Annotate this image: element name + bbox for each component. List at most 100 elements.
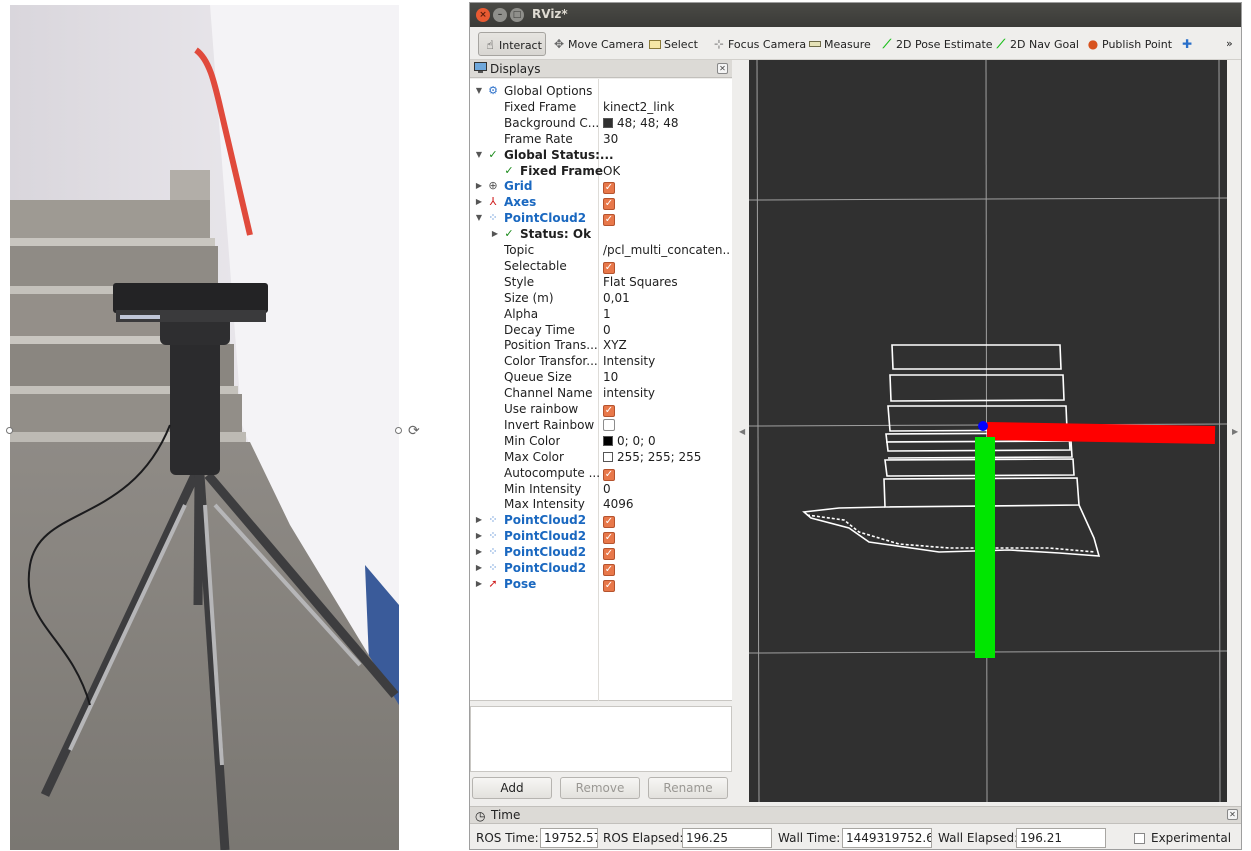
display-row[interactable]: Queue Size 10 — [470, 369, 732, 385]
display-row-value[interactable]: XYZ — [603, 337, 627, 353]
display-row-value[interactable]: ✓ — [603, 560, 615, 576]
display-row-value[interactable]: 48; 48; 48 — [603, 115, 679, 131]
display-row-value[interactable]: ✓ — [603, 401, 615, 417]
select-tool-button[interactable]: Select — [644, 32, 702, 56]
display-row-value[interactable]: 0 — [603, 322, 611, 338]
display-row[interactable]: Color Transfor... Intensity — [470, 353, 732, 369]
display-row-value[interactable]: 0 — [603, 481, 611, 497]
display-row[interactable]: Size (m) 0,01 — [470, 290, 732, 306]
checked-checkbox-icon[interactable]: ✓ — [603, 214, 615, 227]
display-row[interactable]: Channel Name intensity — [470, 385, 732, 401]
collapsed-arrow-icon[interactable]: ▶ — [474, 194, 484, 210]
display-row[interactable]: Max Color 255; 255; 255 — [470, 449, 732, 465]
display-row[interactable]: Decay Time 0 — [470, 322, 732, 338]
display-row-value[interactable]: ✓ — [603, 528, 615, 545]
display-row[interactable]: Autocompute ... ✓ — [470, 465, 732, 481]
display-row[interactable]: Alpha 1 — [470, 306, 732, 322]
interact-tool-button[interactable]: ☝ Interact — [478, 32, 546, 56]
display-row-value[interactable]: 255; 255; 255 — [603, 449, 701, 465]
display-row-value[interactable]: ✓ — [603, 465, 615, 481]
display-row-value[interactable]: 0,01 — [603, 290, 630, 306]
collapsed-arrow-icon[interactable]: ▶ — [490, 226, 500, 242]
add-tool-button[interactable]: ✚ — [1176, 32, 1200, 56]
display-row[interactable]: ▶ ⁘ PointCloud2 ✓ — [470, 528, 732, 545]
checked-checkbox-icon[interactable]: ✓ — [603, 198, 615, 211]
checked-checkbox-icon[interactable]: ✓ — [603, 548, 615, 561]
add-display-button[interactable]: Add — [472, 777, 552, 799]
display-row-value[interactable]: ✓ — [603, 178, 615, 195]
display-row[interactable]: ✓ Fixed Frame OK — [470, 163, 732, 179]
display-row[interactable]: ▶ ⊕ Grid ✓ — [470, 178, 732, 195]
color-swatch[interactable] — [603, 435, 613, 446]
remove-display-button[interactable]: Remove — [560, 777, 640, 799]
render-viewport[interactable] — [749, 60, 1227, 802]
display-row[interactable]: ▶ ➚ Pose ✓ — [470, 576, 732, 592]
collapsed-arrow-icon[interactable]: ▶ — [474, 544, 484, 560]
color-swatch[interactable] — [603, 451, 613, 462]
display-row[interactable]: Fixed Frame kinect2_link — [470, 99, 732, 115]
title-bar[interactable]: × – □ RViz* — [470, 3, 1241, 27]
toolbar-overflow-button[interactable]: » — [1222, 32, 1237, 56]
display-row-value[interactable]: ✓ — [603, 576, 615, 592]
display-row[interactable]: ▼ ⁘ PointCloud2 ✓ — [470, 210, 732, 227]
window-close-button[interactable]: × — [476, 8, 490, 22]
display-row-value[interactable]: ✓ — [603, 258, 615, 274]
pose-estimate-tool-button[interactable]: ⟋ 2D Pose Estimate — [876, 32, 997, 56]
checked-checkbox-icon[interactable]: ✓ — [603, 579, 615, 592]
display-row-value[interactable]: Intensity — [603, 353, 655, 369]
display-row-value[interactable]: 1 — [603, 306, 611, 322]
collapsed-arrow-icon[interactable]: ▶ — [474, 528, 484, 544]
focus-camera-tool-button[interactable]: ⊹ Focus Camera — [708, 32, 810, 56]
collapsed-arrow-icon[interactable]: ▶ — [474, 512, 484, 528]
display-row[interactable]: Selectable ✓ — [470, 258, 732, 274]
checked-checkbox-icon[interactable]: ✓ — [603, 468, 615, 481]
display-row-value[interactable]: Flat Squares — [603, 274, 678, 290]
rotate-handle-icon[interactable]: ⟳ — [408, 423, 424, 439]
expanded-arrow-icon[interactable]: ▼ — [474, 83, 484, 99]
display-row[interactable]: ▶ ⁘ PointCloud2 ✓ — [470, 560, 732, 576]
display-row[interactable]: ▼ ✓ Global Status:... — [470, 147, 732, 163]
splitter-left-arrow-icon[interactable]: ◀ — [739, 427, 745, 436]
display-row-value[interactable]: ✓ — [603, 512, 615, 529]
display-row[interactable]: Position Trans... XYZ — [470, 337, 732, 353]
collapsed-arrow-icon[interactable]: ▶ — [474, 576, 484, 592]
publish-point-tool-button[interactable]: ● Publish Point — [1082, 32, 1176, 56]
checked-checkbox-icon[interactable]: ✓ — [603, 261, 615, 274]
rename-display-button[interactable]: Rename — [648, 777, 728, 799]
checked-checkbox-icon[interactable]: ✓ — [603, 516, 615, 529]
display-row-value[interactable]: 10 — [603, 369, 618, 385]
display-row[interactable]: Invert Rainbow — [470, 417, 732, 433]
nav-goal-tool-button[interactable]: ⟋ 2D Nav Goal — [990, 32, 1083, 56]
display-row-value[interactable]: kinect2_link — [603, 99, 674, 115]
display-row[interactable]: Frame Rate 30 — [470, 131, 732, 147]
unchecked-checkbox-icon[interactable] — [603, 418, 615, 431]
display-row[interactable]: ▶ ✓ Status: Ok — [470, 226, 732, 242]
display-row-value[interactable]: 30 — [603, 131, 618, 147]
ros-elapsed-field[interactable]: 196.25 — [682, 828, 772, 848]
splitter-right-arrow-icon[interactable]: ▶ — [1232, 427, 1238, 436]
display-row[interactable]: ▶ ⁘ PointCloud2 ✓ — [470, 512, 732, 529]
display-row-value[interactable]: ✓ — [603, 544, 615, 561]
display-row-value[interactable]: OK — [603, 163, 620, 179]
color-swatch[interactable] — [603, 117, 613, 128]
display-row[interactable]: Topic/pcl_multi_concaten... — [470, 242, 732, 258]
display-row[interactable]: ▶ ⅄ Axes ✓ — [470, 194, 732, 211]
display-row-value[interactable]: 4096 — [603, 496, 634, 512]
checked-checkbox-icon[interactable]: ✓ — [603, 182, 615, 195]
expanded-arrow-icon[interactable]: ▼ — [474, 210, 484, 226]
selection-handle-right[interactable] — [395, 427, 402, 434]
checked-checkbox-icon[interactable]: ✓ — [603, 532, 615, 545]
display-row-value[interactable]: intensity — [603, 385, 655, 401]
display-row[interactable]: Max Intensity 4096 — [470, 496, 732, 512]
checked-checkbox-icon[interactable]: ✓ — [603, 405, 615, 417]
display-row[interactable]: Min Color 0; 0; 0 — [470, 433, 732, 449]
display-row[interactable]: Style Flat Squares — [470, 274, 732, 290]
display-row[interactable]: Use rainbow ✓ — [470, 401, 732, 417]
selection-handle-left[interactable] — [6, 427, 13, 434]
experimental-checkbox[interactable] — [1134, 833, 1145, 844]
display-row[interactable]: Background C... 48; 48; 48 — [470, 115, 732, 131]
move-camera-tool-button[interactable]: ✥ Move Camera — [548, 32, 648, 56]
wall-elapsed-field[interactable]: 196.21 — [1016, 828, 1106, 848]
window-maximize-button[interactable]: □ — [510, 8, 524, 22]
expanded-arrow-icon[interactable]: ▼ — [474, 147, 484, 163]
